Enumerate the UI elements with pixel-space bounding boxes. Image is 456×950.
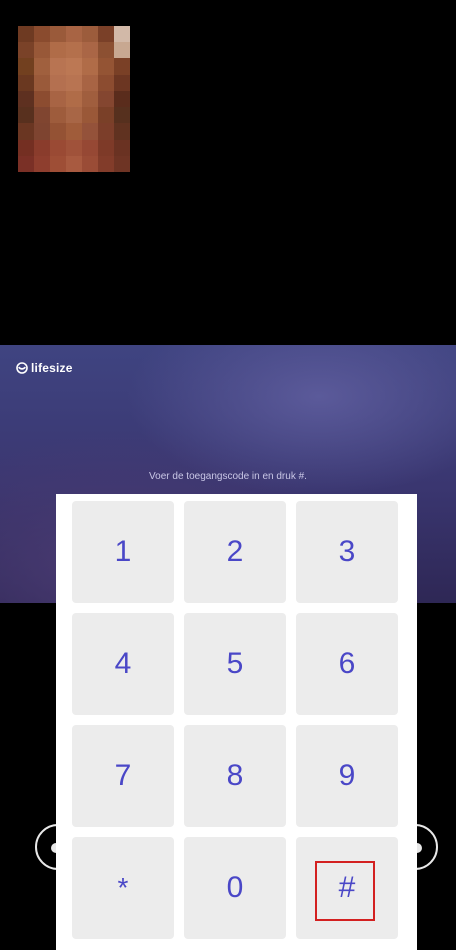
self-view-pixel [82,42,98,59]
self-view-pixel [50,26,66,43]
self-view-pixel [18,42,34,59]
key-5[interactable]: 5 [184,613,286,715]
key-2[interactable]: 2 [184,501,286,603]
key-1[interactable]: 1 [72,501,174,603]
self-view-pixel [34,74,50,91]
key-8[interactable]: 8 [184,725,286,827]
self-view-pixel [34,90,50,108]
self-view-pixel [66,58,82,75]
self-view-pixel [98,123,114,140]
self-view-pixel [98,155,114,172]
key-hash[interactable]: # [296,837,398,939]
self-view-pixel [66,90,82,108]
call-screen: lifesize Voer de toegangscode in en druk… [0,0,456,950]
self-view-pixel [18,58,34,75]
lifesize-logo: lifesize [16,361,73,375]
passcode-prompt: Voer de toegangscode in en druk #. [149,471,307,482]
self-view-pixel [50,74,66,91]
self-view-pixel [66,139,82,156]
key-4[interactable]: 4 [72,613,174,715]
self-view-pixel [114,155,130,172]
self-view-pixel [82,90,98,108]
self-view-pixel [34,123,50,140]
self-view-pixel [34,155,50,172]
self-view-pixel [34,26,50,43]
lifesize-logo-icon [16,362,28,374]
self-view-pixel [98,74,114,91]
self-view-pixel [82,74,98,91]
self-view-pixel [34,139,50,156]
self-view-pixel [50,58,66,75]
self-view-pixel [34,107,50,124]
self-view-pixel [114,74,130,91]
key-star[interactable]: * [72,837,174,939]
self-view-pixel [34,42,50,59]
self-view-pixel [114,26,130,43]
self-view-video[interactable] [18,26,130,172]
self-view-pixel [18,123,34,140]
key-7[interactable]: 7 [72,725,174,827]
brand-name: lifesize [31,361,73,375]
self-view-pixel [114,58,130,75]
self-view-pixel [50,90,66,108]
self-view-pixel [18,107,34,124]
self-view-pixel [66,155,82,172]
self-view-pixel [98,42,114,59]
self-view-pixel [50,123,66,140]
self-view-pixel [18,26,34,43]
self-view-pixel [18,139,34,156]
self-view-pixel [66,123,82,140]
self-view-pixel [66,107,82,124]
key-9[interactable]: 9 [296,725,398,827]
self-view-pixel [50,155,66,172]
self-view-pixel [114,139,130,156]
key-hash-label: # [338,871,356,904]
key-6[interactable]: 6 [296,613,398,715]
self-view-pixel [50,139,66,156]
self-view-pixel [114,107,130,124]
self-view-pixel [114,90,130,108]
self-view-pixel [18,90,34,108]
self-view-pixel [82,139,98,156]
self-view-pixel [98,139,114,156]
self-view-pixel [82,123,98,140]
self-view-pixel [50,42,66,59]
self-view-pixel [114,42,130,59]
self-view-pixel [82,155,98,172]
self-view-pixel [66,42,82,59]
key-0[interactable]: 0 [184,837,286,939]
self-view-pixel [18,155,34,172]
self-view-pixel [98,107,114,124]
dial-keypad: 1 2 3 4 5 6 7 8 9 * 0 # [56,494,417,950]
self-view-pixel [98,58,114,75]
self-view-pixel [82,107,98,124]
self-view-pixel [66,74,82,91]
self-view-pixel [98,26,114,43]
self-view-pixel [114,123,130,140]
self-view-pixel [82,26,98,43]
self-view-pixel [34,58,50,75]
self-view-pixel [18,74,34,91]
self-view-pixel [50,107,66,124]
self-view-pixel [82,58,98,75]
key-3[interactable]: 3 [296,501,398,603]
self-view-pixel [66,26,82,43]
self-view-pixel [98,90,114,108]
